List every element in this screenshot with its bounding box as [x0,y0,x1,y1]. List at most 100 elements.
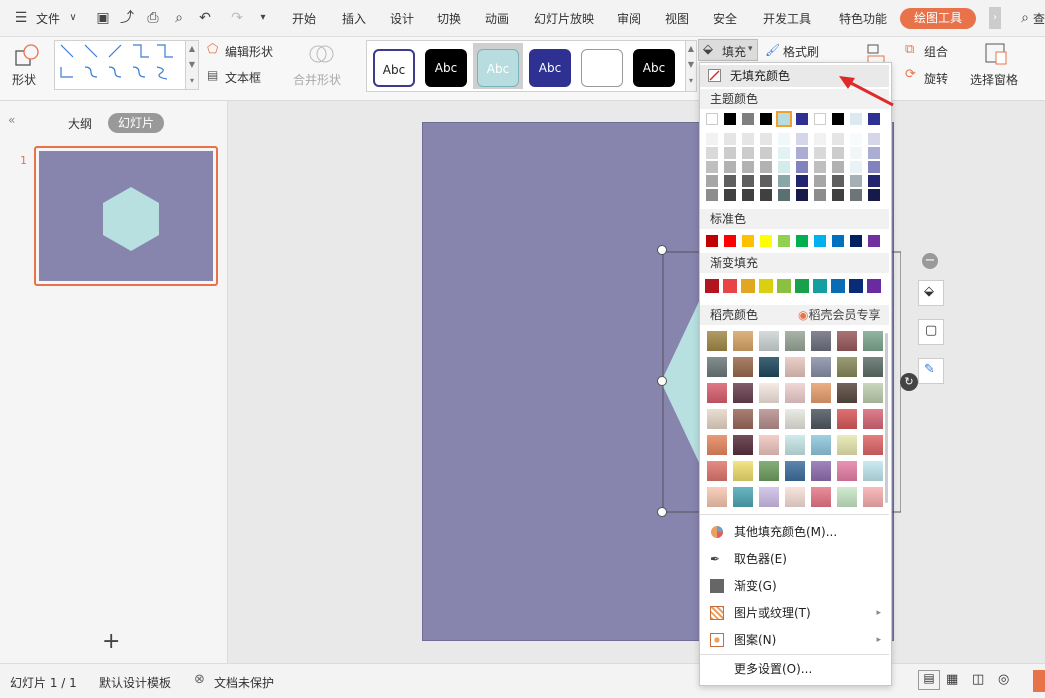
docer-color-swatch[interactable] [707,409,727,429]
docer-color-swatch[interactable] [759,435,779,455]
theme-shade-swatch[interactable] [742,147,754,159]
rotate-handle[interactable]: ↻ [900,373,918,391]
docer-color-swatch[interactable] [837,487,857,507]
gallery-scroll[interactable]: ▲ ▼ ▾ [185,40,199,90]
protection-status[interactable]: 文档未保护 [214,674,274,691]
docer-color-swatch[interactable] [733,357,753,377]
style-light-teal[interactable]: Abc [477,49,519,87]
theme-shade-swatch[interactable] [850,189,862,201]
docer-color-swatch[interactable] [707,383,727,403]
theme-shade-swatch[interactable] [778,161,790,173]
menu-icon[interactable]: ☰ [12,9,30,27]
textbox-button[interactable]: 文本框 [225,69,261,86]
pattern-option[interactable]: 图案(N) ▸ [700,628,889,652]
theme-shade-swatch[interactable] [724,189,736,201]
theme-shade-swatch[interactable] [706,161,718,173]
style-navy[interactable]: Abc [529,49,571,87]
tab-developer[interactable]: 开发工具 [763,10,811,27]
fill-button[interactable]: ⬙ 填充 ▾ [698,39,758,61]
docer-color-swatch[interactable] [785,383,805,403]
standard-color-swatch[interactable] [868,235,880,247]
docer-color-swatch[interactable] [837,383,857,403]
gradient-option[interactable]: 渐变(G) [700,574,889,598]
gradient-color-swatch[interactable] [867,279,881,293]
theme-shade-swatch[interactable] [778,175,790,187]
theme-shade-swatch[interactable] [760,175,772,187]
theme-shade-swatch[interactable] [868,133,880,145]
docer-color-swatch[interactable] [733,487,753,507]
theme-shade-swatch[interactable] [814,133,826,145]
theme-shade-swatch[interactable] [832,189,844,201]
docer-color-swatch[interactable] [863,461,883,481]
docer-color-swatch[interactable] [863,357,883,377]
docer-color-swatch[interactable] [707,461,727,481]
shape-fill-tool[interactable]: ⬙ [918,280,944,306]
print-icon[interactable]: ⎙ [144,9,162,27]
theme-shade-swatch[interactable] [832,161,844,173]
theme-shade-swatch[interactable] [850,147,862,159]
theme-shade-swatch[interactable] [742,175,754,187]
standard-color-swatch[interactable] [814,235,826,247]
theme-shade-swatch[interactable] [868,147,880,159]
resize-handle-left[interactable] [657,376,667,386]
add-slide-button[interactable]: + [102,629,120,654]
docer-color-swatch[interactable] [837,435,857,455]
theme-shade-swatch[interactable] [742,133,754,145]
theme-shade-swatch[interactable] [760,161,772,173]
theme-shade-swatch[interactable] [832,175,844,187]
more-icon[interactable]: ▾ [254,9,272,27]
theme-shade-swatch[interactable] [796,147,808,159]
redo-icon[interactable]: ↷ [228,9,246,27]
style-black-2[interactable]: Abc [633,49,675,87]
docer-color-swatch[interactable] [759,487,779,507]
docer-color-swatch[interactable] [759,409,779,429]
collapse-toolbar-icon[interactable]: − [922,253,938,269]
docer-color-swatch[interactable] [863,435,883,455]
docer-color-swatch[interactable] [759,461,779,481]
theme-shade-swatch[interactable] [814,175,826,187]
theme-shade-swatch[interactable] [724,175,736,187]
tab-slides[interactable]: 幻灯片 [108,113,164,133]
docer-color-swatch[interactable] [863,409,883,429]
theme-shade-swatch[interactable] [706,175,718,187]
docer-color-swatch[interactable] [785,331,805,351]
tab-slideshow[interactable]: 幻灯片放映 [534,10,594,27]
theme-color-swatch[interactable] [868,113,880,125]
theme-shade-swatch[interactable] [706,147,718,159]
docer-color-swatch[interactable] [837,357,857,377]
theme-shade-swatch[interactable] [868,161,880,173]
standard-color-swatch[interactable] [796,235,808,247]
gradient-color-swatch[interactable] [795,279,809,293]
standard-color-swatch[interactable] [742,235,754,247]
theme-shade-swatch[interactable] [832,147,844,159]
docer-color-swatch[interactable] [707,331,727,351]
theme-shade-swatch[interactable] [868,189,880,201]
resize-handle-top-left[interactable] [657,245,667,255]
standard-color-swatch[interactable] [760,235,772,247]
docer-color-swatch[interactable] [785,357,805,377]
effect-tool[interactable]: ✎ [918,358,944,384]
undo-icon[interactable]: ↶ [196,9,214,27]
play-button[interactable] [1033,670,1045,692]
theme-color-swatch[interactable] [724,113,736,125]
theme-color-swatch[interactable] [850,113,862,125]
template-name[interactable]: 默认设计模板 [99,674,171,691]
standard-color-swatch[interactable] [706,235,718,247]
slide-thumbnail[interactable] [34,146,218,286]
docer-color-swatch[interactable] [837,331,857,351]
resize-handle-bottom-left[interactable] [657,507,667,517]
gradient-color-swatch[interactable] [831,279,845,293]
gradient-color-swatch[interactable] [741,279,755,293]
theme-shade-swatch[interactable] [850,133,862,145]
theme-color-swatch[interactable] [832,113,844,125]
edit-shape-button[interactable]: 编辑形状 [225,43,273,60]
tab-start[interactable]: 开始 [292,10,316,27]
theme-shade-swatch[interactable] [850,161,862,173]
standard-color-swatch[interactable] [778,235,790,247]
save-icon[interactable]: ▣ [94,9,112,27]
export-icon[interactable]: ⤴ [118,9,136,27]
docer-color-swatch[interactable] [785,487,805,507]
chevron-down-icon[interactable]: ∨ [64,9,82,27]
docer-scrollbar[interactable] [885,333,888,503]
theme-color-swatch[interactable] [776,111,792,127]
